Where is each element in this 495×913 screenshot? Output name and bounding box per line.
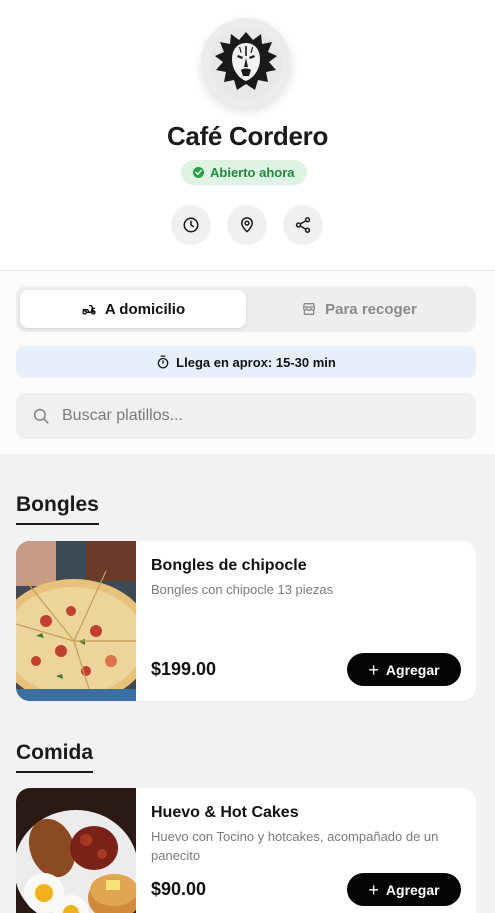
add-to-cart-button[interactable]: + Agregar <box>347 873 461 906</box>
item-image <box>16 541 136 701</box>
order-controls: A domicilio Para recoger Llega en aprox:… <box>0 271 495 454</box>
item-image <box>16 788 136 913</box>
store-logo <box>201 18 291 108</box>
item-name: Huevo & Hot Cakes <box>151 804 299 821</box>
search-bar <box>16 393 476 439</box>
share-icon <box>295 217 311 233</box>
eta-text: Llega en aprox: 15-30 min <box>176 354 336 370</box>
clock-icon <box>183 217 199 233</box>
add-to-cart-button[interactable]: + Agregar <box>347 653 461 686</box>
store-actions <box>171 205 323 245</box>
delivery-tab[interactable]: A domicilio <box>20 290 246 328</box>
location-button[interactable] <box>227 205 267 245</box>
search-input[interactable] <box>62 407 442 425</box>
search-icon <box>33 408 49 424</box>
store-icon <box>303 303 316 315</box>
item-body: Huevo & Hot Cakes Huevo con Tocino y hot… <box>136 788 476 913</box>
eta-banner: Llega en aprox: 15-30 min <box>16 346 476 378</box>
timer-icon <box>157 355 169 369</box>
item-name: Bongles de chipocle <box>151 557 307 574</box>
add-button-label: Agregar <box>385 661 440 678</box>
section-title-bongles: Bongles <box>16 493 99 525</box>
map-pin-icon <box>241 217 253 233</box>
add-button-label: Agregar <box>385 881 440 898</box>
lion-head-logo <box>210 27 282 99</box>
menu-item-card[interactable]: Huevo & Hot Cakes Huevo con Tocino y hot… <box>16 788 476 913</box>
pickup-tab[interactable]: Para recoger <box>246 290 472 328</box>
menu-item-card[interactable]: Bongles de chipocle Bongles con chipocle… <box>16 541 476 701</box>
delivery-label: A domicilio <box>104 300 186 318</box>
item-price: $90.00 <box>151 879 207 899</box>
item-description: Huevo con Tocino y hotcakes, acompañado … <box>151 829 439 863</box>
pickup-label: Para recoger <box>325 300 417 318</box>
item-body: Bongles de chipocle Bongles con chipocle… <box>136 541 476 701</box>
section-title-comida: Comida <box>16 741 94 773</box>
plus-icon: + <box>368 659 379 680</box>
check-circle-icon <box>193 167 204 178</box>
hours-button[interactable] <box>171 205 211 245</box>
item-price: $199.00 <box>151 659 217 679</box>
store-header: Café Cordero Abierto ahora <box>0 0 495 270</box>
status-label: Abierto ahora <box>210 165 295 180</box>
scooter-icon <box>82 305 96 315</box>
share-button[interactable] <box>283 205 323 245</box>
plus-icon: + <box>368 879 379 900</box>
order-mode-toggle: A domicilio Para recoger <box>16 286 476 332</box>
item-description: Bongles con chipocle 13 piezas <box>151 582 334 597</box>
store-name: Café Cordero <box>166 121 329 151</box>
status-badge: Abierto ahora <box>181 160 307 185</box>
